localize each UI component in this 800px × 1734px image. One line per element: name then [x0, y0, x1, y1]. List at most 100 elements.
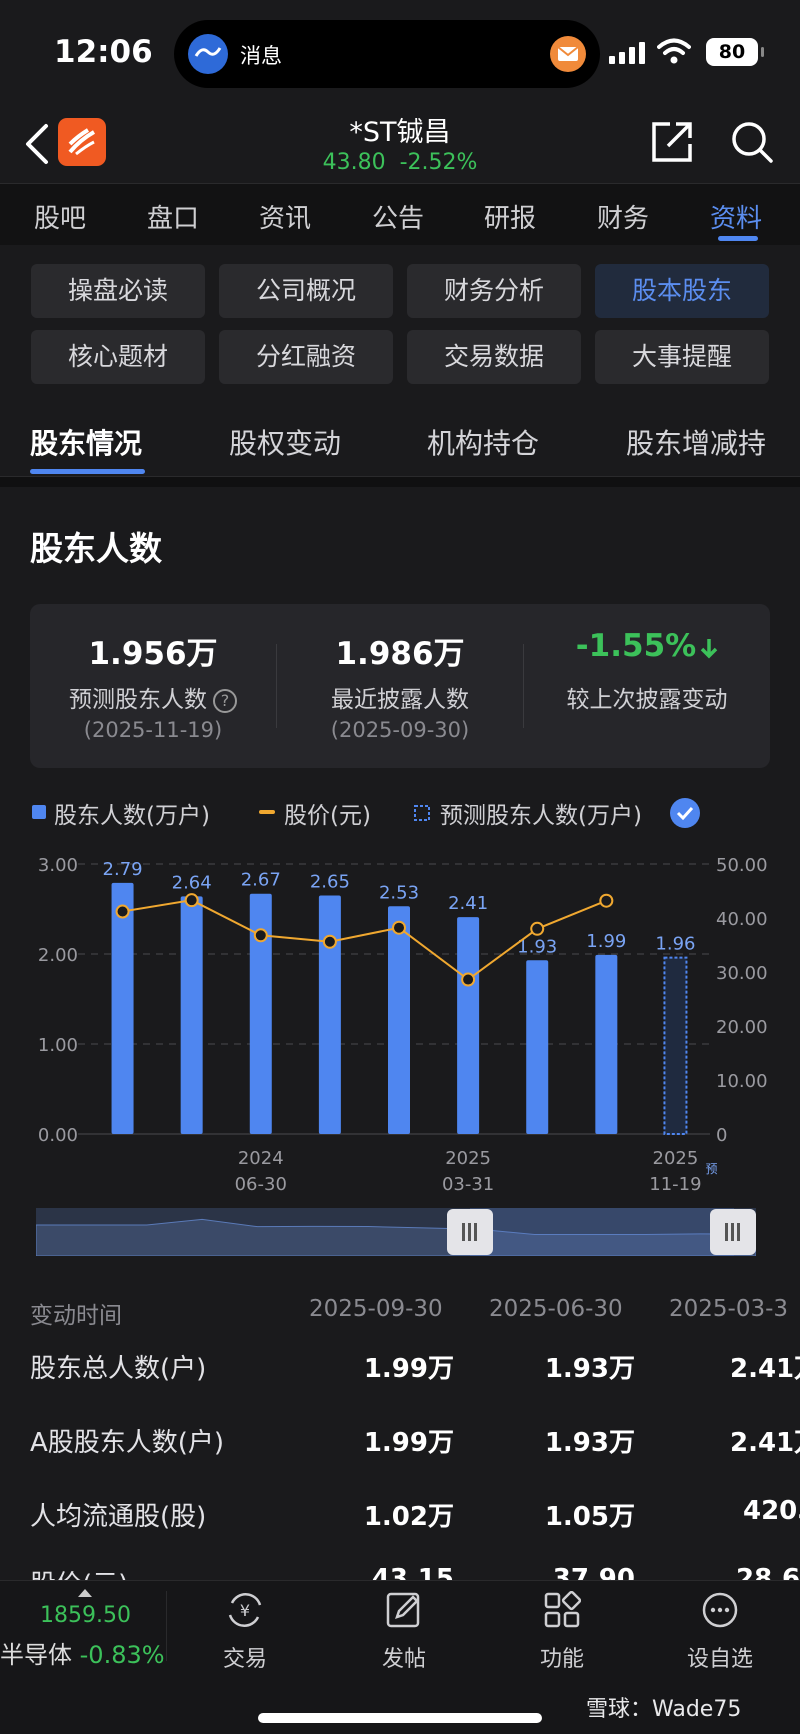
legend-swatch-price — [259, 810, 275, 814]
sub-btn-financial-analysis[interactable]: 财务分析 — [407, 264, 581, 318]
watermark: 雪球：Wade75 — [586, 1697, 742, 1722]
y-right-tick-label: 50.00 — [716, 855, 768, 876]
legend-predicted[interactable]: 预测股东人数(万户) — [440, 796, 642, 830]
price-point — [599, 893, 614, 908]
section-tab-shareholders[interactable]: 股东情况 — [30, 422, 142, 462]
navigator-selection[interactable] — [470, 1208, 734, 1256]
tab-announcements[interactable]: 公告 — [372, 198, 424, 235]
x-tick-label: 2025 — [653, 1148, 699, 1169]
add-watchlist-button[interactable]: 设自选 — [660, 1591, 780, 1673]
sub-btn-core-themes[interactable]: 核心题材 — [31, 330, 205, 384]
holders-change-label: 较上次披露变动 — [566, 687, 728, 713]
help-icon[interactable]: ? — [213, 688, 237, 713]
check-icon[interactable] — [670, 798, 700, 828]
table-header-date: 2025-09-30 — [309, 1296, 443, 1322]
predicted-holder-bar — [663, 956, 688, 1135]
holder-bar — [595, 954, 618, 1134]
x-tick-label: 06-30 — [235, 1174, 287, 1195]
row-label-price: 股价(元) — [30, 1564, 128, 1580]
table-row-partial: 股价(元) 43.15 37.90 28.61 — [0, 1540, 800, 1580]
table-cell: 4205 — [743, 1496, 800, 1526]
bar-data-label: 2.64 — [172, 872, 212, 893]
y-left-tick-label: 3.00 — [38, 855, 78, 876]
sub-btn-company-overview[interactable]: 公司概况 — [219, 264, 393, 318]
active-tab-indicator — [718, 236, 758, 241]
sub-btn-events[interactable]: 大事提醒 — [595, 330, 769, 384]
price-point — [392, 920, 406, 935]
sub-btn-dividends[interactable]: 分红融资 — [219, 330, 393, 384]
y-right-tick-label: 10.00 — [716, 1071, 768, 1092]
stock-header: *ST铖昌 43.80 -2.52% — [0, 110, 800, 182]
tab-pankou[interactable]: 盘口 — [147, 198, 199, 235]
table-cell: 2.41万 — [730, 1354, 800, 1384]
tab-profile[interactable]: 资料 — [710, 198, 762, 235]
price-value: 43.80 — [322, 150, 386, 175]
y-left-tick-label: 1.00 — [38, 1035, 78, 1056]
post-button[interactable]: 发帖 — [344, 1591, 464, 1673]
row-label-a-share-holders: A股股东人数(户) — [30, 1428, 225, 1458]
summary-change: -1.55% 较上次披露变动 — [524, 604, 770, 768]
edit-icon — [386, 1592, 420, 1628]
holder-bar — [457, 917, 480, 1134]
y-right-tick-label: 30.00 — [716, 963, 768, 984]
home-indicator[interactable] — [258, 1713, 542, 1723]
bottom-toolbar: 1859.50 半导体 -0.83% ¥ 交易 发帖 功能 设自选 雪球：Wad… — [0, 1580, 800, 1734]
bar-data-label: 2.65 — [310, 872, 350, 893]
bar-data-label: 2.79 — [103, 859, 143, 880]
section-tab-equity-changes[interactable]: 股权变动 — [229, 422, 341, 462]
search-icon[interactable] — [730, 120, 774, 164]
legend-price[interactable]: 股价(元) — [284, 796, 371, 830]
price-point — [184, 893, 199, 908]
tab-guba[interactable]: 股吧 — [34, 198, 86, 235]
tab-finance[interactable]: 财务 — [597, 198, 649, 235]
toolbar-divider — [166, 1591, 167, 1661]
holder-bar — [388, 906, 410, 1134]
arrow-down-icon — [700, 638, 718, 658]
section-gap — [0, 477, 800, 487]
section-tab-holdings-changes[interactable]: 股东增减持 — [626, 422, 766, 462]
status-time: 12:06 — [54, 34, 153, 70]
svg-text:¥: ¥ — [240, 1601, 250, 1620]
post-label: 发帖 — [381, 1647, 426, 1672]
sub-btn-must-read[interactable]: 操盘必读 — [31, 264, 205, 318]
bar-data-label: 1.96 — [655, 934, 695, 955]
predicted-holders-value: 1.956万 — [88, 636, 218, 672]
holder-summary-card: 1.956万 预测股东人数? (2025-11-19) 1.986万 最近披露人… — [30, 604, 770, 768]
dynamic-island[interactable]: 消息 — [174, 20, 600, 88]
table-cell: 1.99万 — [363, 1428, 454, 1458]
tab-research[interactable]: 研报 — [484, 198, 536, 235]
x-tick-label: 2025 — [445, 1148, 491, 1169]
latest-holders-label: 最近披露人数 — [331, 687, 469, 713]
latest-holders-date: (2025-09-30) — [330, 718, 470, 742]
trade-button[interactable]: ¥ 交易 — [185, 1591, 305, 1673]
sub-btn-trading-data[interactable]: 交易数据 — [407, 330, 581, 384]
table-cell: 1.05万 — [544, 1502, 635, 1532]
functions-label: 功能 — [539, 1647, 584, 1672]
trade-label: 交易 — [222, 1647, 267, 1672]
holder-bar — [180, 896, 203, 1134]
share-icon[interactable] — [650, 120, 694, 164]
sub-btn-shareholders[interactable]: 股本股东 — [595, 264, 769, 318]
price-point — [115, 904, 130, 919]
holders-chart: 0.00 1.00 2.00 3.00 0 10.00 20.00 30.00 40.00 50.… — [38, 855, 768, 1195]
functions-button[interactable]: 功能 — [502, 1591, 622, 1673]
row-label-per-capita-shares: 人均流通股(股) — [30, 1502, 207, 1532]
index-name[interactable]: 半导体 -0.83% — [0, 1635, 165, 1670]
range-handle-right[interactable] — [710, 1209, 756, 1255]
index-value[interactable]: 1859.50 — [40, 1603, 131, 1628]
table-cell: 1.02万 — [363, 1502, 454, 1532]
tab-news[interactable]: 资讯 — [259, 198, 311, 235]
more-dots-icon — [702, 1592, 738, 1628]
section-tab-institutions[interactable]: 机构持仓 — [427, 422, 539, 462]
price-change: -2.52% — [399, 150, 478, 175]
range-handle-left[interactable] — [447, 1209, 493, 1255]
weibo-app-icon — [188, 34, 228, 74]
legend-holders[interactable]: 股东人数(万户) — [54, 796, 210, 830]
y-left-tick-label: 2.00 — [38, 945, 78, 966]
cellular-signal-icon — [609, 42, 645, 64]
expand-up-icon[interactable] — [78, 1589, 92, 1597]
chart-range-navigator[interactable] — [36, 1208, 756, 1256]
section-tab-indicator — [30, 469, 145, 474]
holder-bar — [318, 895, 341, 1134]
predicted-tag: 预 — [705, 1162, 717, 1176]
